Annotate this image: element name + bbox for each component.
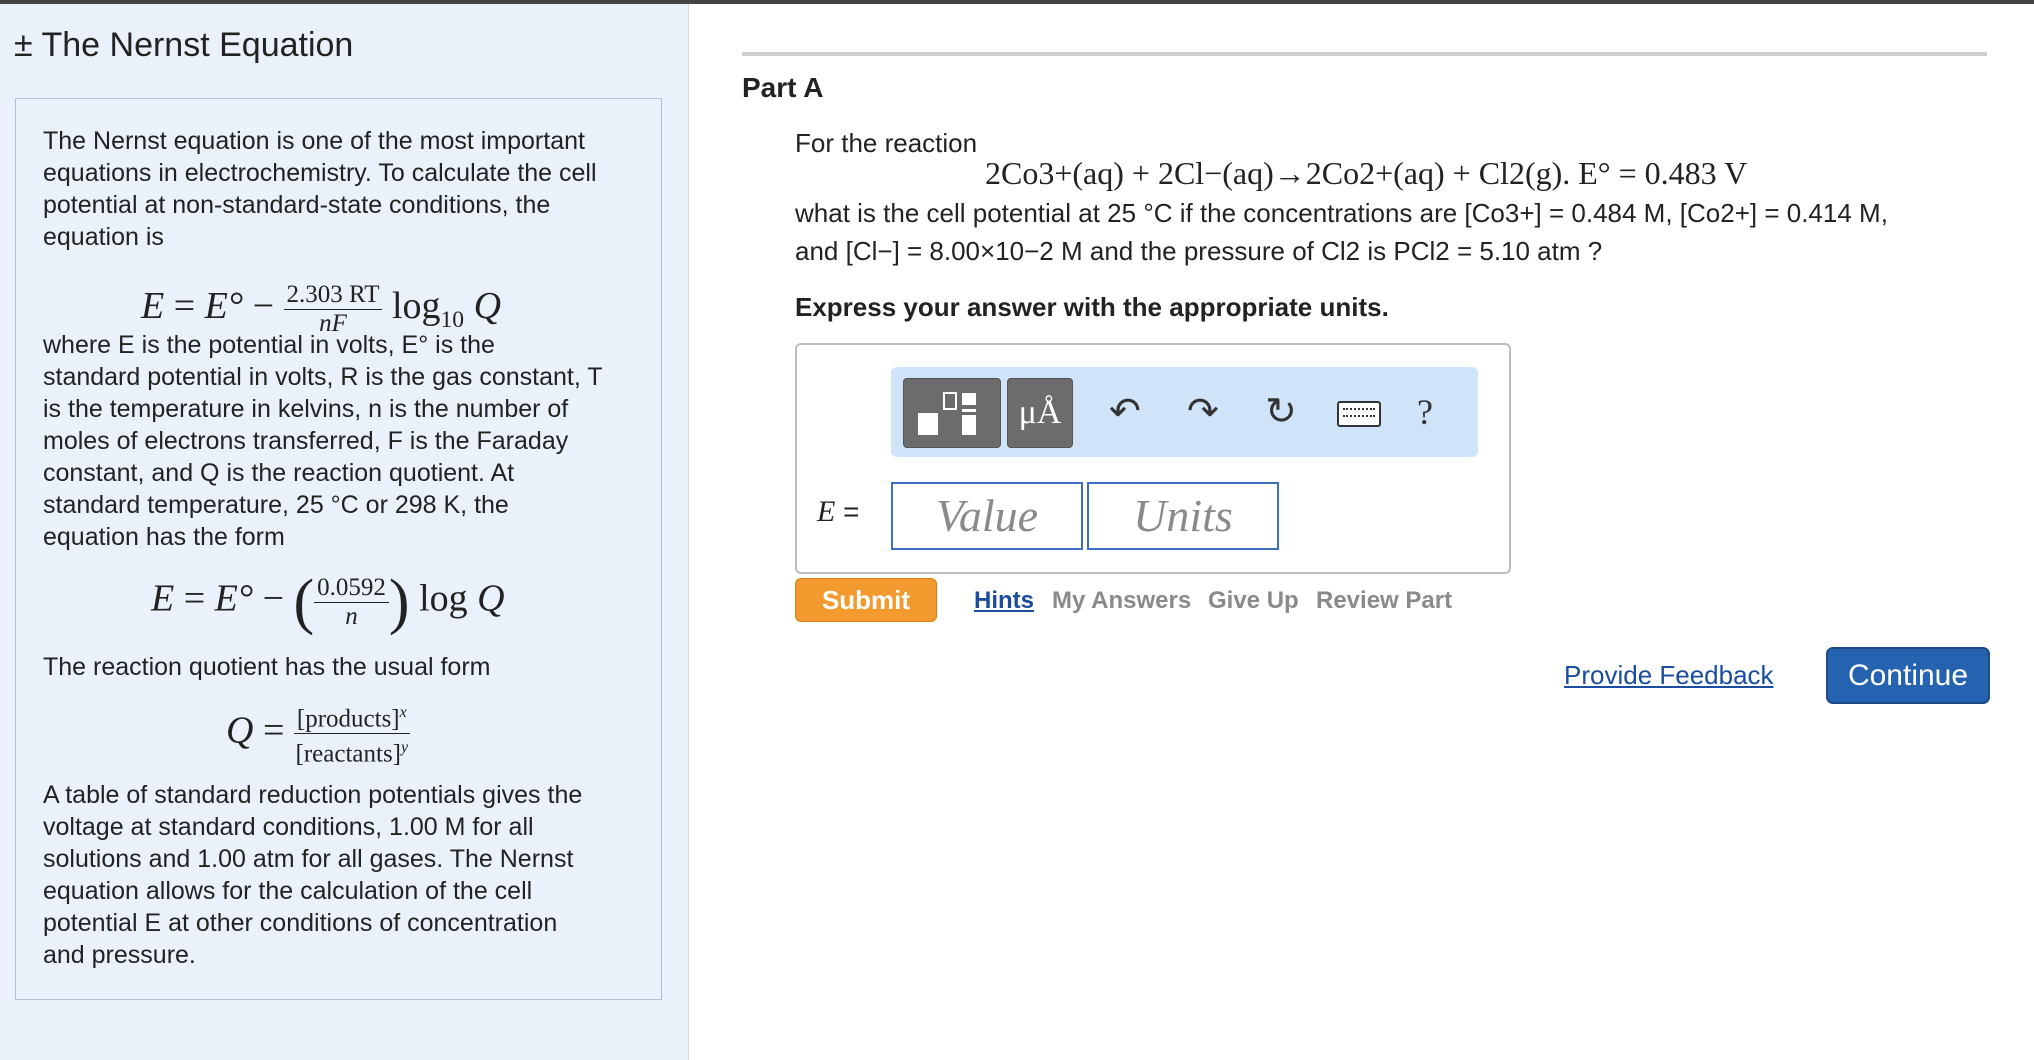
value-input[interactable]: Value: [891, 482, 1083, 550]
eq3-numerator: [products]: [296, 705, 400, 733]
eq3-den-exp: y: [401, 739, 409, 757]
table-line: A table of standard reduction potentials…: [43, 781, 583, 809]
my-answers-link[interactable]: My Answers: [1052, 587, 1191, 615]
where-line: is the temperature in kelvins, n is the …: [43, 395, 569, 423]
eq3-denominator: [reactants]: [295, 740, 401, 768]
eq1-e0: E°: [204, 285, 244, 328]
templates-icon: [918, 392, 976, 435]
part-label: Part A: [742, 72, 824, 103]
panel-title[interactable]: ± The Nernst Equation: [14, 26, 353, 65]
eq2-fraction: 0.0592 n: [314, 574, 389, 631]
where-text: where E is the potential in volts, E° is…: [43, 329, 653, 553]
hints-link[interactable]: Hints: [974, 587, 1034, 615]
nernst-standard-equation: E = E° − ( 0.0592 n ) log Q: [151, 568, 505, 636]
intro-text: The Nernst equation is one of the most i…: [43, 127, 597, 251]
question-line-2: and [Cl−] = 8.00×10−2 M and the pressure…: [795, 236, 1603, 266]
eq1-q: Q: [473, 285, 502, 328]
reset-icon[interactable]: ↻: [1265, 389, 1297, 433]
units-button[interactable]: μÅ: [1007, 378, 1073, 448]
eq2-denominator: n: [345, 602, 358, 630]
keyboard-icon[interactable]: [1337, 401, 1381, 427]
templates-button[interactable]: [903, 378, 1001, 448]
eq2-q: Q: [477, 577, 505, 620]
redo-icon[interactable]: ↷: [1187, 389, 1219, 433]
table-line: and pressure.: [43, 941, 196, 969]
reaction-equation: 2Co3+(aq) + 2Cl−(aq)→2Co2+(aq) + Cl2(g).…: [985, 155, 1748, 191]
where-line: constant, and Q is the reaction quotient…: [43, 459, 515, 487]
eq1-numerator: 2.303 RT: [283, 281, 383, 310]
where-line: standard potential in volts, R is the ga…: [43, 363, 603, 391]
eq1-lhs: E: [141, 285, 165, 328]
table-line: potential E at other conditions of conce…: [43, 909, 558, 937]
eq3-num-exp: x: [399, 704, 407, 721]
intro-panel: ± The Nernst Equation The Nernst equatio…: [0, 4, 689, 1060]
eq2-numerator: 0.0592: [314, 574, 389, 603]
table-text: A table of standard reduction potentials…: [43, 779, 653, 971]
part-divider: [742, 52, 1987, 56]
intro-box: The Nernst equation is one of the most i…: [15, 98, 662, 1000]
reaction-quotient-equation: Q = [products]x [reactants]y: [226, 699, 410, 769]
math-toolbar: μÅ ↶ ↷ ↻ ?: [891, 367, 1478, 457]
eq1-log: log: [391, 285, 441, 328]
units-input[interactable]: Units: [1087, 482, 1279, 550]
eq2-e0: E°: [214, 577, 254, 620]
table-line: solutions and 1.00 atm for all gases. Th…: [43, 845, 574, 873]
table-line: equation allows for the calculation of t…: [43, 877, 533, 905]
continue-button[interactable]: Continue: [1826, 647, 1990, 704]
where-line: equation has the form: [43, 523, 285, 551]
table-line: voltage at standard conditions, 1.00 M f…: [43, 813, 534, 841]
help-button[interactable]: ?: [1417, 391, 1433, 433]
quotient-intro: The reaction quotient has the usual form: [43, 653, 491, 681]
for-reaction-text: For the reaction: [795, 128, 978, 158]
question-line-1: what is the cell potential at 25 °C if t…: [795, 198, 1888, 228]
answer-instructions: Express your answer with the appropriate…: [795, 292, 1389, 322]
provide-feedback-link[interactable]: Provide Feedback: [1564, 660, 1774, 691]
where-line: where E is the potential in volts, E° is…: [43, 331, 495, 359]
eq3-fraction: [products]x [reactants]y: [293, 699, 410, 769]
answer-variable: E =: [817, 495, 860, 528]
review-part-link[interactable]: Review Part: [1316, 587, 1452, 615]
where-line: moles of electrons transferred, F is the…: [43, 427, 569, 455]
eq3-q: Q: [226, 709, 254, 752]
eq2-log: log: [419, 577, 468, 620]
where-line: standard temperature, 25 °C or 298 K, th…: [43, 491, 509, 519]
undo-icon[interactable]: ↶: [1109, 389, 1141, 433]
eq2-lhs: E: [151, 577, 175, 620]
answer-box: μÅ ↶ ↷ ↻ ? E = Value Units: [795, 343, 1511, 574]
submit-button[interactable]: Submit: [795, 578, 937, 622]
give-up-link[interactable]: Give Up: [1208, 587, 1299, 615]
